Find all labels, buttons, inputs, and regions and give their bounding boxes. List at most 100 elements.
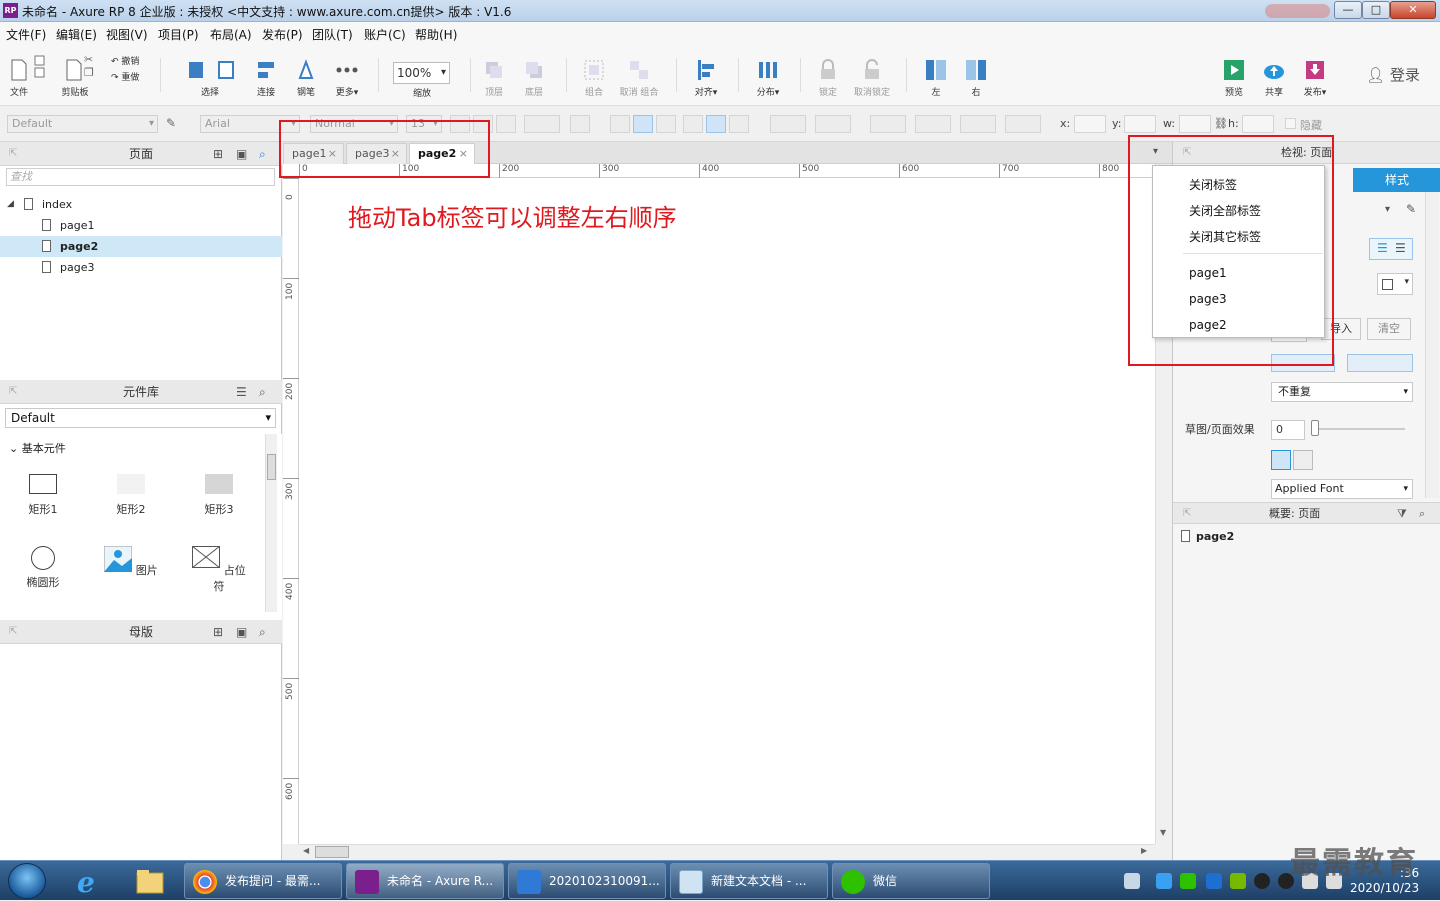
overview-item-page2[interactable]: page2 [1181, 528, 1234, 543]
clear-image-button[interactable]: 清空 [1367, 318, 1411, 340]
font-color-button[interactable] [524, 115, 560, 133]
search-icon[interactable]: ⌕ [259, 380, 266, 404]
pin-icon[interactable]: ⇱ [1183, 503, 1191, 525]
player-icon[interactable] [1156, 873, 1172, 889]
share-button[interactable]: 共享 [1260, 58, 1288, 98]
align-right-button[interactable] [656, 115, 676, 133]
add-master-icon[interactable]: ⊞ [213, 620, 223, 644]
widget-ellipse[interactable]: 椭圆形 [13, 546, 73, 590]
unlock-button[interactable]: 取消锁定 [852, 58, 892, 98]
collapse-arrow-icon[interactable]: ◢ [7, 194, 14, 215]
explorer-icon[interactable] [134, 865, 166, 897]
tree-item-page2[interactable]: page2 [0, 236, 282, 257]
security-icon[interactable] [1206, 873, 1222, 889]
menu-edit[interactable]: 编辑(E) [56, 26, 97, 43]
valign-bottom-button[interactable] [729, 115, 749, 133]
align-center-button[interactable] [633, 115, 653, 133]
list-button[interactable] [570, 115, 590, 133]
left-panel-toggle[interactable]: 左 [922, 58, 950, 98]
canvas-horizontal-scrollbar[interactable]: ◀ ▶ [299, 844, 1155, 860]
tab-style[interactable]: 样式 [1353, 168, 1440, 192]
add-folder-icon[interactable]: ▣ [236, 620, 247, 644]
menu-publish[interactable]: 发布(P) [262, 26, 303, 43]
page-search-input[interactable]: 查找 [6, 168, 275, 186]
library-scrollbar[interactable] [265, 434, 277, 612]
taskbar-item-video[interactable]: 2020102310091... [508, 863, 666, 899]
color-mode-button[interactable] [1271, 450, 1291, 470]
undo-button[interactable]: ↶ 撤销 [111, 54, 139, 70]
y-input[interactable] [1124, 115, 1156, 133]
line-style-button[interactable] [960, 115, 996, 133]
filter-icon[interactable]: ⧩ [1397, 503, 1407, 525]
search-icon[interactable]: ⌕ [259, 620, 266, 644]
grayscale-mode-button[interactable] [1293, 450, 1313, 470]
tree-item-page1[interactable]: page1 [0, 215, 282, 236]
connect-tool[interactable]: 连接 [252, 58, 280, 98]
design-canvas[interactable] [299, 178, 1155, 844]
line-color-button[interactable] [870, 115, 906, 133]
scroll-left-icon[interactable]: ◀ [303, 846, 309, 855]
edit-style-icon[interactable]: ✎ [1406, 202, 1416, 216]
publish-button[interactable]: 发布▾ [1298, 58, 1332, 98]
pen-tool[interactable]: 钢笔 [292, 58, 320, 98]
library-select[interactable]: Default [5, 408, 276, 428]
wechat-tray-icon[interactable] [1180, 873, 1196, 889]
minimize-button[interactable]: — [1334, 1, 1362, 19]
style-edit-icon[interactable]: ✎ [166, 116, 176, 130]
menu-team[interactable]: 团队(T) [312, 26, 353, 43]
menu-project[interactable]: 项目(P) [158, 26, 199, 43]
bring-to-front-button[interactable]: 顶层 [480, 58, 508, 98]
sketch-value-input[interactable]: 0 [1271, 420, 1305, 440]
line-width-button[interactable] [915, 115, 951, 133]
widget-rectangle1[interactable]: 矩形1 [13, 474, 73, 517]
group-button[interactable]: 组合 [580, 58, 608, 98]
select-tool[interactable]: 选择 [180, 58, 240, 98]
inspector-scrollbar[interactable] [1425, 192, 1439, 498]
page-fill-color-button[interactable]: ▾ [1377, 273, 1413, 295]
pin-icon[interactable]: ⇱ [9, 620, 17, 644]
valign-middle-button[interactable] [706, 115, 726, 133]
arrow-style-button[interactable] [1005, 115, 1041, 133]
hamburger-menu-icon[interactable]: ☰ [236, 380, 247, 404]
page-align-left-button[interactable]: ☰ ☰ [1369, 238, 1413, 260]
add-folder-icon[interactable]: ▣ [236, 142, 247, 166]
close-button[interactable]: ✕ [1390, 1, 1436, 19]
shadow-button[interactable] [815, 115, 851, 133]
valign-top-button[interactable] [683, 115, 703, 133]
search-icon[interactable]: ⌕ [259, 142, 266, 166]
send-to-back-button[interactable]: 底层 [520, 58, 548, 98]
preview-button[interactable]: 预览 [1220, 58, 1248, 98]
sketch-slider-thumb[interactable] [1311, 420, 1319, 436]
hide-checkbox[interactable] [1285, 118, 1296, 129]
distribute-button[interactable]: 分布▾ [752, 58, 784, 98]
keyboard-icon[interactable] [1124, 873, 1140, 889]
scroll-thumb[interactable] [315, 846, 349, 858]
taskbar-item-wechat[interactable]: 微信 [832, 863, 990, 899]
scroll-thumb[interactable] [267, 454, 276, 480]
menu-view[interactable]: 视图(V) [106, 26, 148, 43]
zoom-select[interactable]: 100% ▾ [393, 62, 450, 84]
ie-icon[interactable]: e [72, 865, 104, 899]
h-input[interactable] [1242, 115, 1274, 133]
menu-help[interactable]: 帮助(H) [415, 26, 457, 43]
search-icon[interactable]: ⌕ [1419, 503, 1425, 525]
taskbar-item-chrome[interactable]: 发布提问 - 最需... [184, 863, 342, 899]
maximize-button[interactable]: □ [1362, 1, 1390, 19]
save-icon[interactable] [33, 54, 47, 80]
tree-item-page3[interactable]: page3 [0, 257, 282, 278]
underline-button[interactable] [496, 115, 516, 133]
ungroup-button[interactable]: 取消 组合 [616, 58, 662, 98]
page-font-select[interactable]: Applied Font ▾ [1271, 479, 1413, 499]
x-input[interactable] [1074, 115, 1106, 133]
pin-icon[interactable]: ⇱ [9, 380, 17, 404]
start-button[interactable] [8, 863, 46, 899]
pin-icon[interactable]: ⇱ [9, 142, 17, 166]
align-button[interactable]: 对齐▾ [690, 58, 722, 98]
nvidia-icon[interactable] [1230, 873, 1246, 889]
taskbar-item-notepad[interactable]: 新建文本文档 - ... [670, 863, 828, 899]
login-button[interactable]: 👤︎ 登录 [1366, 64, 1420, 85]
widget-group-header[interactable]: ⌄ 基本元件 [9, 440, 66, 456]
image-align-vertical-group[interactable] [1347, 354, 1413, 372]
add-page-icon[interactable]: ⊞ [213, 142, 223, 166]
widget-rectangle3[interactable]: 矩形3 [189, 474, 249, 517]
